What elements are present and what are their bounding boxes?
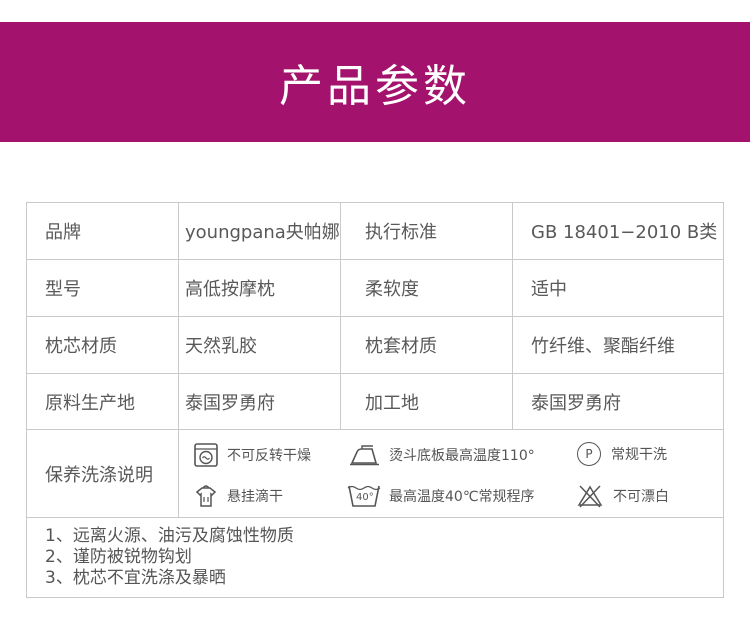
note-item: 3、枕芯不宜洗涤及暴晒 xyxy=(45,568,226,588)
no-bleach-icon xyxy=(577,484,603,508)
spec-value: 适中 xyxy=(531,279,567,300)
no-tumble-dry-icon xyxy=(193,442,219,468)
notes-list: 1、远离火源、油污及腐蚀性物质 2、谨防被锐物钩划 3、枕芯不宜洗涤及暴晒 xyxy=(45,526,294,589)
care-text: 最高温度40℃常规程序 xyxy=(389,489,535,505)
spec-value: 天然乳胶 xyxy=(179,317,341,373)
dry-clean-p-icon: P xyxy=(577,442,601,466)
care-text: 不可反转干燥 xyxy=(227,448,311,464)
table-row: 原料生产地 泰国罗勇府 加工地 泰国罗勇府 xyxy=(27,374,723,430)
care-text: 悬挂滴干 xyxy=(227,489,283,505)
spec-value: 高低按摩枕 xyxy=(179,260,341,316)
title-banner: 产品参数 xyxy=(0,22,750,142)
spec-label: 原料生产地 xyxy=(27,374,179,429)
spec-value: 泰国罗勇府 xyxy=(179,374,341,429)
note-item: 2、谨防被锐物钩划 xyxy=(45,547,192,567)
spec-label: 枕芯材质 xyxy=(27,317,179,373)
care-text: 烫斗底板最高温度110° xyxy=(389,448,535,464)
care-row: 保养洗涤说明 不可反转干燥 烫斗底板最高温度110° P 常规干洗 悬挂滴干 4… xyxy=(27,430,723,518)
spec-value: 泰国罗勇府 xyxy=(531,392,621,414)
care-item: 40° 最高温度40℃常规程序 xyxy=(347,484,535,508)
page-title: 产品参数 xyxy=(279,61,471,112)
care-text: 不可漂白 xyxy=(613,489,669,505)
table-row: 型号 高低按摩枕 柔软度 适中 xyxy=(27,260,723,317)
spec-table: 品牌 youngpana央帕娜 执行标准 GB 18401−2010 B类 型号… xyxy=(26,202,724,598)
spec-label: 执行标准 xyxy=(341,203,513,259)
spec-label: 型号 xyxy=(27,260,179,316)
spec-label: 加工地 xyxy=(341,374,513,429)
care-item: 烫斗底板最高温度110° xyxy=(349,444,535,466)
hang-dry-icon xyxy=(193,484,219,508)
spec-label: 枕套材质 xyxy=(341,317,513,373)
care-symbols: 不可反转干燥 烫斗底板最高温度110° P 常规干洗 悬挂滴干 40° 最高温度… xyxy=(179,430,723,517)
table-row: 品牌 youngpana央帕娜 执行标准 GB 18401−2010 B类 xyxy=(27,203,723,260)
wash-temp-label: 40° xyxy=(356,492,374,503)
note-item: 1、远离火源、油污及腐蚀性物质 xyxy=(45,526,294,546)
care-item: 不可漂白 xyxy=(577,484,669,508)
table-row: 枕芯材质 天然乳胶 枕套材质 竹纤维、聚酯纤维 xyxy=(27,317,723,374)
spec-label: 柔软度 xyxy=(341,260,513,316)
notes-row: 1、远离火源、油污及腐蚀性物质 2、谨防被锐物钩划 3、枕芯不宜洗涤及暴晒 xyxy=(27,518,723,597)
care-text: 常规干洗 xyxy=(611,447,667,463)
wash-40-icon: 40° xyxy=(347,484,381,508)
spec-value: 竹纤维、聚酯纤维 xyxy=(531,336,675,357)
iron-icon xyxy=(349,444,381,466)
spec-value: youngpana央帕娜 xyxy=(179,203,341,259)
care-item: P 常规干洗 xyxy=(577,442,667,466)
spec-value: GB 18401−2010 B类 xyxy=(531,222,718,243)
care-item: 不可反转干燥 xyxy=(193,442,311,468)
spec-label: 品牌 xyxy=(27,203,179,259)
care-label: 保养洗涤说明 xyxy=(27,430,179,517)
care-item: 悬挂滴干 xyxy=(193,484,283,508)
